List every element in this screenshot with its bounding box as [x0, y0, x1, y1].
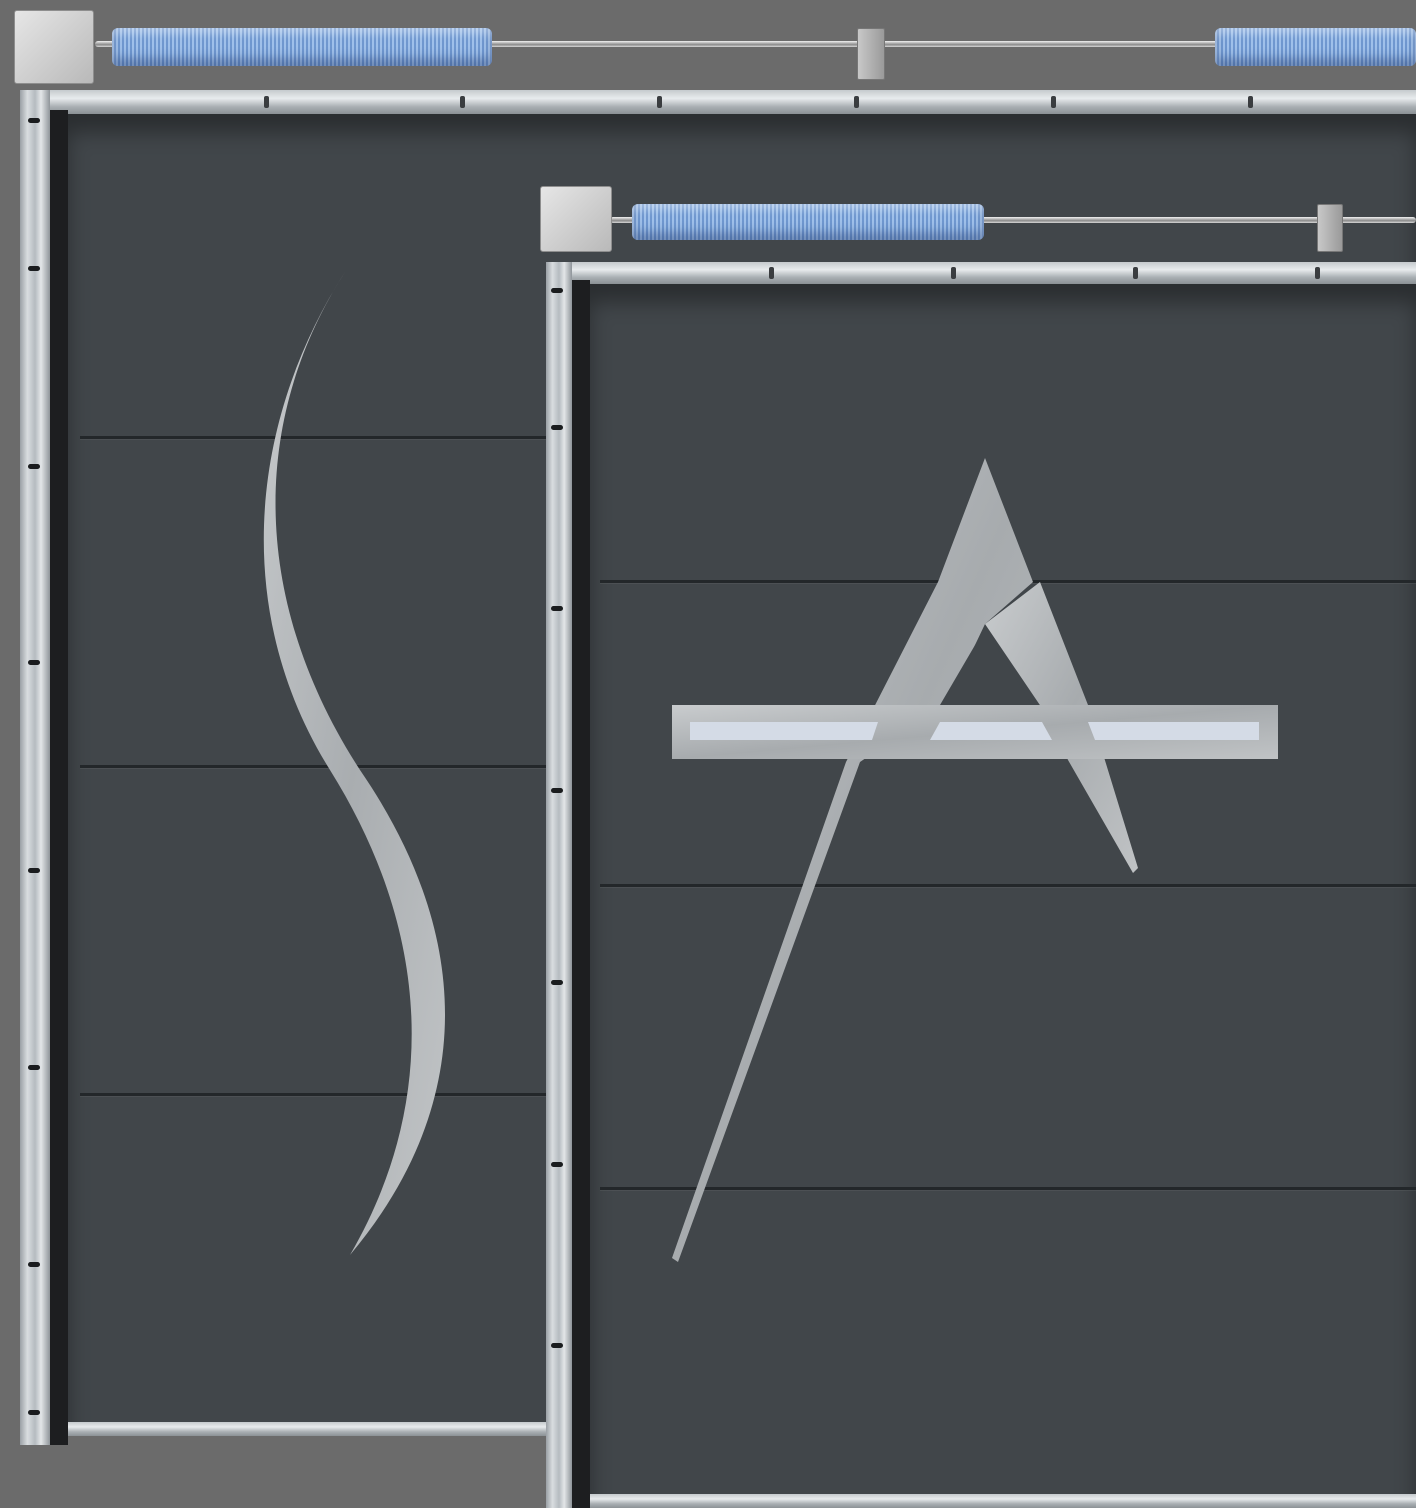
crossbar-highlight [1088, 722, 1259, 740]
crossbar-highlight [930, 722, 1052, 740]
a-emblem-inlay [672, 458, 1278, 1262]
garage-doors-scene [0, 0, 1416, 1508]
a-emblem-left-stroke [672, 458, 1033, 1262]
crossbar-highlight [690, 722, 878, 740]
